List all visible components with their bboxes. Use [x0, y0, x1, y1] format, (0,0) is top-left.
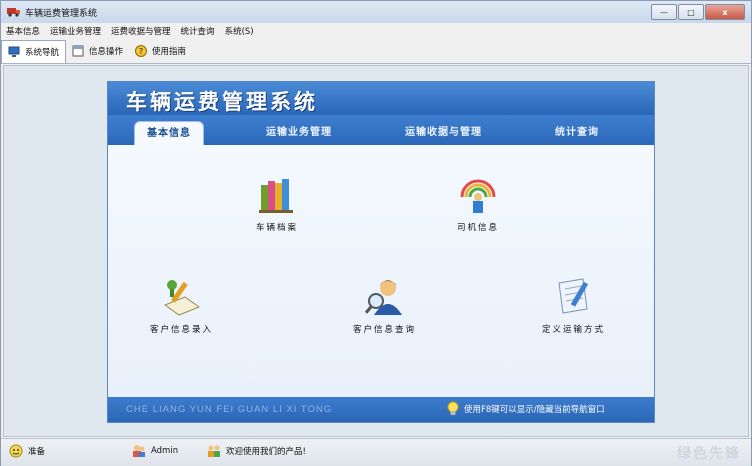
navigation-panel: 车辆运费管理系统 基本信息 运输业务管理 运输收据与管理 统计查询 车辆档案 司…: [107, 81, 655, 423]
user-search-icon: [364, 280, 402, 315]
customer-entry-item[interactable]: 客户信息录入: [150, 275, 213, 335]
close-button[interactable]: x: [705, 4, 745, 20]
status-ready-text: 准备: [28, 447, 46, 457]
monitor-icon: [8, 46, 20, 57]
panel-title: 车辆运费管理系统: [126, 89, 318, 114]
item-label: 客户信息查询: [353, 325, 417, 335]
help-icon: ?: [135, 45, 148, 57]
books-icon: [259, 179, 293, 213]
menu-system[interactable]: 系统(S): [220, 25, 259, 39]
panel-nav: 基本信息 运输业务管理 运输收据与管理 统计查询: [108, 115, 654, 146]
panel-content: 车辆档案 司机信息 客户信息录入 客户信息查询 定义运输方式: [108, 145, 654, 397]
people-icon: [208, 445, 220, 457]
svg-text:?: ?: [139, 47, 143, 56]
document-edit-icon: [557, 278, 588, 314]
tab-bar: 系统导航 信息操作 ? 使用指南: [1, 39, 751, 64]
window-icon: [72, 45, 84, 57]
panel-banner: 车辆运费管理系统: [108, 82, 654, 115]
tab-system-navigation[interactable]: 系统导航: [1, 40, 67, 63]
status-user-text: Admin: [151, 446, 179, 456]
item-label: 定义运输方式: [542, 325, 606, 335]
footer-pinyin: CHE LIANG YUN FEI GUAN LI XI TONG: [126, 404, 333, 415]
customer-query-item[interactable]: 客户信息查询: [353, 275, 416, 335]
nav-tab-statistics[interactable]: 统计查询: [555, 121, 599, 145]
menu-basic-info[interactable]: 基本信息: [1, 25, 45, 39]
status-welcome: 欢迎使用我们的产品!: [207, 444, 306, 458]
tab-label: 使用指南: [152, 47, 187, 57]
lightbulb-icon: [447, 401, 459, 415]
transport-mode-item[interactable]: 定义运输方式: [542, 275, 605, 335]
users-icon: [133, 445, 145, 457]
menu-bar: 基本信息 运输业务管理 运费收据与管理 统计查询 系统(S): [1, 25, 751, 39]
vehicle-archive-item[interactable]: 车辆档案: [256, 175, 298, 233]
main-window: 车辆运费管理系统 — □ x 基本信息 运输业务管理 运费收据与管理 统计查询 …: [0, 0, 752, 466]
rainbow-person-icon: [460, 179, 496, 213]
status-ready: 准备: [9, 444, 45, 458]
menu-transport-business[interactable]: 运输业务管理: [45, 25, 106, 39]
menu-statistics[interactable]: 统计查询: [176, 25, 220, 39]
tab-label: 系统导航: [25, 48, 60, 58]
title-bar[interactable]: 车辆运费管理系统 — □ x: [1, 1, 751, 23]
tab-info-operation[interactable]: 信息操作: [66, 40, 129, 62]
status-welcome-text: 欢迎使用我们的产品!: [226, 447, 306, 457]
status-bar: 准备 Admin 欢迎使用我们的产品! 绿色先锋: [1, 438, 751, 466]
minimize-button[interactable]: —: [651, 4, 677, 20]
client-area: 车辆运费管理系统 基本信息 运输业务管理 运输收据与管理 统计查询 车辆档案 司…: [3, 65, 749, 437]
item-label: 司机信息: [457, 223, 500, 233]
driver-info-item[interactable]: 司机信息: [457, 175, 499, 233]
footer-tip-text: 使用F8键可以显示/隐藏当前导航窗口: [464, 405, 605, 415]
status-user: Admin: [132, 444, 178, 458]
smiley-icon: [9, 444, 23, 458]
window-title: 车辆运费管理系统: [25, 9, 98, 19]
truck-app-icon: [7, 8, 20, 17]
tab-user-guide[interactable]: ? 使用指南: [129, 40, 192, 62]
maximize-button[interactable]: □: [678, 4, 704, 20]
watermark: 绿色先锋: [677, 446, 741, 462]
panel-footer: CHE LIANG YUN FEI GUAN LI XI TONG 使用F8键可…: [108, 397, 654, 422]
nav-tab-basic-info[interactable]: 基本信息: [134, 121, 204, 146]
footer-tip: 使用F8键可以显示/隐藏当前导航窗口: [446, 401, 605, 417]
tab-label: 信息操作: [89, 47, 124, 57]
nav-tab-transport-business[interactable]: 运输业务管理: [266, 121, 332, 145]
menu-freight-receipts[interactable]: 运费收据与管理: [106, 25, 176, 39]
item-label: 车辆档案: [256, 223, 299, 233]
pen-paper-icon: [163, 280, 200, 316]
item-label: 客户信息录入: [150, 325, 214, 335]
nav-tab-transport-receipts[interactable]: 运输收据与管理: [405, 121, 482, 145]
